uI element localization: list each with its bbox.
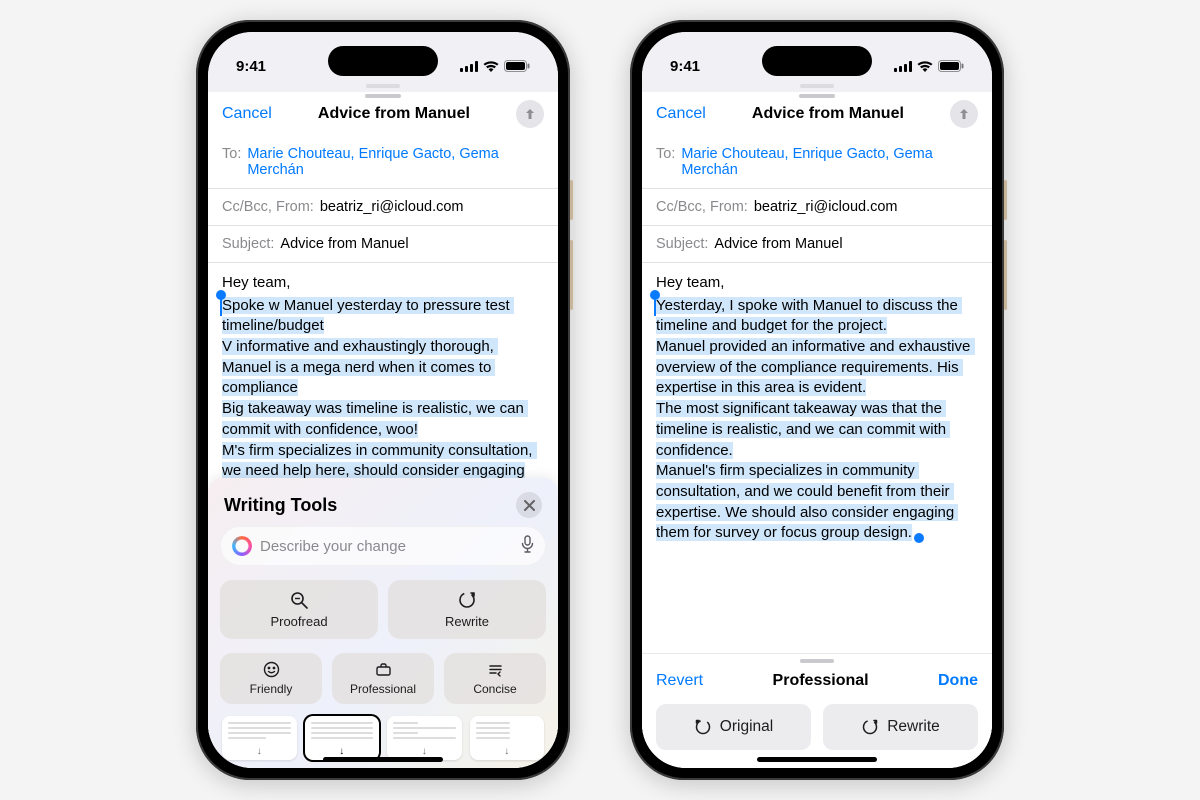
original-button[interactable]: Original xyxy=(656,704,811,750)
home-indicator[interactable] xyxy=(757,757,877,762)
briefcase-icon xyxy=(375,661,392,678)
proofread-tile[interactable]: Proofread xyxy=(220,580,378,639)
subject-label: Subject: xyxy=(656,236,708,252)
concise-icon xyxy=(487,661,504,678)
subject-field[interactable]: Subject: Advice from Manuel xyxy=(208,226,558,263)
compose-title: Advice from Manuel xyxy=(752,105,904,123)
close-icon xyxy=(524,500,535,511)
message-body[interactable]: Hey team, Yesterday, I spoke with Manuel… xyxy=(642,263,992,653)
ccbcc-label: Cc/Bcc, From: xyxy=(656,199,748,215)
tile-label: Professional xyxy=(350,682,416,696)
apple-intelligence-icon xyxy=(232,536,252,556)
subject-value: Advice from Manuel xyxy=(714,236,842,252)
send-button[interactable] xyxy=(950,100,978,128)
original-icon xyxy=(694,718,712,736)
format-thumb-2[interactable]: ↓ xyxy=(305,716,380,760)
writing-tools-panel: Writing Tools Describe your change Proof… xyxy=(208,478,558,768)
wifi-icon xyxy=(917,61,933,72)
compose-title: Advice from Manuel xyxy=(318,105,470,123)
selected-text: Spoke w Manuel yesterday to pressure tes… xyxy=(222,297,537,480)
phone-right: 9:41 Cancel Advice from Manuel To: Marie xyxy=(630,20,1004,780)
subject-label: Subject: xyxy=(222,236,274,252)
tile-label: Rewrite xyxy=(445,614,489,629)
cellular-icon xyxy=(894,61,912,72)
selected-text: Yesterday, I spoke with Manuel to discus… xyxy=(656,297,975,542)
status-time: 9:41 xyxy=(236,58,266,75)
to-recipients: Marie Chouteau, Enrique Gacto, Gema Merc… xyxy=(681,146,978,178)
tile-label: Concise xyxy=(473,682,516,696)
format-thumbnails: ↓ ↓ ↓ ↓ xyxy=(220,716,546,762)
send-button[interactable] xyxy=(516,100,544,128)
result-mode-label: Professional xyxy=(773,672,869,690)
to-label: To: xyxy=(222,146,241,178)
compose-sheet: Cancel Advice from Manuel To: Marie Chou… xyxy=(208,90,558,768)
to-recipients: Marie Chouteau, Enrique Gacto, Gema Merc… xyxy=(247,146,544,178)
cellular-icon xyxy=(460,61,478,72)
tile-label: Proofread xyxy=(270,614,327,629)
format-thumb-4[interactable]: ↓ xyxy=(470,716,545,760)
rewrite-result-bar: Revert Professional Done Original Rewrit… xyxy=(642,653,992,768)
selection-handle-start[interactable] xyxy=(216,290,226,300)
subject-value: Advice from Manuel xyxy=(280,236,408,252)
to-field[interactable]: To: Marie Chouteau, Enrique Gacto, Gema … xyxy=(642,136,992,189)
done-button[interactable]: Done xyxy=(938,672,978,690)
writing-tools-title: Writing Tools xyxy=(224,495,337,516)
microphone-icon[interactable] xyxy=(521,535,534,558)
compose-sheet: Cancel Advice from Manuel To: Marie Chou… xyxy=(642,90,992,768)
to-label: To: xyxy=(656,146,675,178)
from-email: beatriz_ri@icloud.com xyxy=(320,199,464,215)
format-thumb-3[interactable]: ↓ xyxy=(387,716,462,760)
ccbcc-field[interactable]: Cc/Bcc, From: beatriz_ri@icloud.com xyxy=(642,189,992,226)
home-indicator[interactable] xyxy=(323,757,443,762)
to-field[interactable]: To: Marie Chouteau, Enrique Gacto, Gema … xyxy=(208,136,558,189)
button-label: Original xyxy=(720,718,773,736)
ccbcc-label: Cc/Bcc, From: xyxy=(222,199,314,215)
greeting: Hey team, xyxy=(222,273,544,294)
dynamic-island xyxy=(328,46,438,76)
status-time: 9:41 xyxy=(670,58,700,75)
cancel-button[interactable]: Cancel xyxy=(656,105,706,123)
tile-label: Friendly xyxy=(250,682,293,696)
battery-icon xyxy=(504,60,530,72)
ccbcc-field[interactable]: Cc/Bcc, From: beatriz_ri@icloud.com xyxy=(208,189,558,226)
rewrite-again-button[interactable]: Rewrite xyxy=(823,704,978,750)
selection-handle-end[interactable] xyxy=(914,533,924,543)
professional-tile[interactable]: Professional xyxy=(332,653,434,704)
arrow-up-icon xyxy=(957,107,971,121)
concise-tile[interactable]: Concise xyxy=(444,653,546,704)
revert-button[interactable]: Revert xyxy=(656,672,703,690)
subject-field[interactable]: Subject: Advice from Manuel xyxy=(642,226,992,263)
greeting: Hey team, xyxy=(656,273,978,294)
input-placeholder: Describe your change xyxy=(260,538,513,555)
selection-handle-start[interactable] xyxy=(650,290,660,300)
button-label: Rewrite xyxy=(887,718,940,736)
friendly-icon xyxy=(263,661,280,678)
format-thumb-1[interactable]: ↓ xyxy=(222,716,297,760)
dynamic-island xyxy=(762,46,872,76)
phone-left: 9:41 Cancel Advice from Manuel To: Marie xyxy=(196,20,570,780)
battery-icon xyxy=(938,60,964,72)
proofread-icon xyxy=(289,590,309,610)
rewrite-icon xyxy=(457,590,477,610)
rewrite-tile[interactable]: Rewrite xyxy=(388,580,546,639)
cancel-button[interactable]: Cancel xyxy=(222,105,272,123)
arrow-up-icon xyxy=(523,107,537,121)
wifi-icon xyxy=(483,61,499,72)
rewrite-icon xyxy=(861,718,879,736)
close-button[interactable] xyxy=(516,492,542,518)
describe-change-input[interactable]: Describe your change xyxy=(220,526,546,566)
friendly-tile[interactable]: Friendly xyxy=(220,653,322,704)
from-email: beatriz_ri@icloud.com xyxy=(754,199,898,215)
